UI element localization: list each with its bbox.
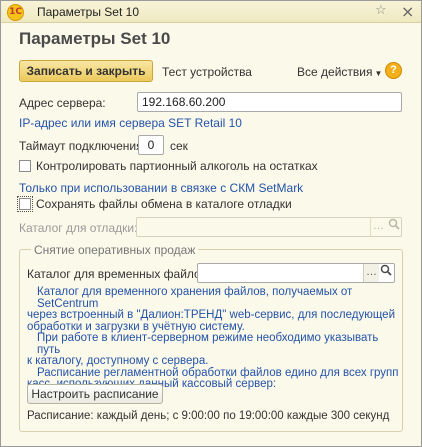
- all-actions-menu[interactable]: Все действия ▼: [297, 65, 382, 79]
- temp-catalog-search-icon[interactable]: [378, 264, 394, 282]
- all-actions-label: Все действия: [297, 65, 373, 79]
- alcohol-hint: Только при использовании в связке с СКМ …: [19, 181, 304, 195]
- temp-catalog-label: Каталог для временных файлов:: [27, 267, 211, 281]
- server-address-label: Адрес сервера:: [19, 96, 106, 110]
- timeout-label: Таймаут подключения:: [19, 139, 146, 153]
- test-device-button[interactable]: Тест устройства: [162, 65, 252, 79]
- help-icon[interactable]: ?: [385, 62, 402, 79]
- description-line: через встроенный в "Далион:ТРЕНД" web-се…: [27, 309, 395, 321]
- star-icon[interactable]: ☆: [375, 3, 387, 18]
- save-and-close-button[interactable]: Записать и закрыть: [19, 60, 153, 82]
- close-icon[interactable]: ×: [401, 2, 414, 21]
- server-address-hint: IP-адрес или имя сервера SET Retail 10: [19, 116, 242, 130]
- online-sales-group-title: Снятие оперативных продаж: [31, 243, 199, 257]
- settings-window: 1С Параметры Set 10 ☆ × Параметры Set 10…: [0, 0, 422, 447]
- debug-catalog-label: Каталог для отладки:: [19, 221, 138, 235]
- chevron-down-icon: ▼: [374, 69, 383, 78]
- debug-catalog-search-icon[interactable]: [386, 218, 402, 236]
- alcohol-control-checkbox[interactable]: [19, 160, 31, 172]
- save-debug-files-checkbox[interactable]: [17, 196, 33, 212]
- configure-schedule-button[interactable]: Настроить расписание: [27, 384, 163, 404]
- debug-catalog-picker-button[interactable]: …: [370, 218, 386, 236]
- description-line: к каталогу, доступному с сервера.: [27, 355, 209, 367]
- save-debug-files-label: Сохранять файлы обмена в каталоге отладк…: [36, 197, 292, 211]
- description-line: Каталог для временного хранения файлов, …: [37, 286, 353, 310]
- description-line: При работе в клиент-серверном режиме нео…: [37, 332, 379, 356]
- timeout-input[interactable]: 0: [138, 135, 164, 155]
- debug-catalog-input[interactable]: [136, 217, 402, 237]
- page-title: Параметры Set 10: [19, 29, 171, 48]
- window-title: Параметры Set 10: [37, 5, 139, 19]
- timeout-unit: сек: [170, 139, 188, 153]
- temp-catalog-description: Каталог для временного хранения файлов, …: [27, 286, 399, 391]
- temp-catalog-picker-button[interactable]: …: [363, 264, 379, 282]
- schedule-text: Расписание: каждый день; с 9:00:00 по 19…: [27, 410, 390, 422]
- alcohol-control-label: Контролировать партионный алкоголь на ос…: [36, 159, 318, 173]
- app-logo-icon: 1С: [7, 4, 24, 21]
- title-bar: 1С Параметры Set 10 ☆ ×: [1, 1, 421, 23]
- server-address-input[interactable]: 192.168.60.200: [137, 92, 402, 112]
